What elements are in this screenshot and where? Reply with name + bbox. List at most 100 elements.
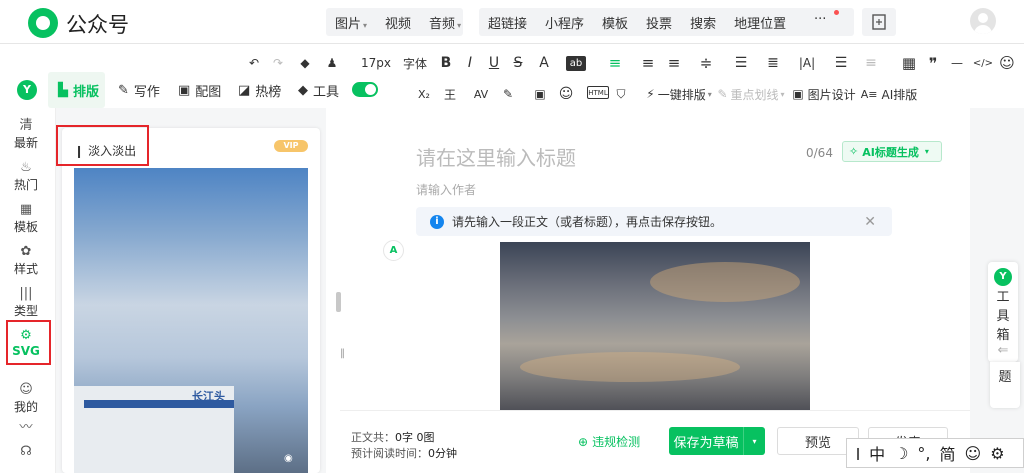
tab-write[interactable]: ✎ 写作 (118, 80, 160, 100)
undo-icon[interactable]: ↶ (246, 53, 262, 73)
violation-check-button[interactable]: ⊕ 违规检测 (578, 433, 640, 450)
menu-more[interactable]: ··· (814, 12, 826, 27)
emoji-icon[interactable]: ☺ (998, 53, 1016, 73)
menu-template[interactable]: 模板 (593, 13, 637, 32)
quote-icon[interactable]: ❞ (924, 53, 942, 73)
tab-image[interactable]: ▣ 配图 (178, 80, 221, 100)
resize-handle[interactable]: ‖ (340, 348, 345, 359)
heading-style-icon[interactable]: 王 (440, 84, 460, 104)
image-insert-icon[interactable]: ▣ (530, 84, 550, 104)
menu-hyperlink[interactable]: 超链接 (479, 13, 536, 32)
app-name: 公众号 (66, 13, 129, 37)
sticker-icon[interactable]: ☺ (556, 84, 576, 104)
indent-icon[interactable]: ≡ (640, 53, 656, 73)
toolbox-label-2: 具 (996, 309, 1010, 324)
notice-text: 请先输入一段正文（或者标题），再点击保存按钮。 (452, 215, 723, 229)
word-count: 正文共：0字 0图 (351, 431, 435, 444)
letter-spacing-icon[interactable]: ≣ (764, 53, 782, 73)
kerning-icon[interactable]: AV (470, 84, 492, 104)
code-icon[interactable]: </> (972, 53, 994, 73)
avatar[interactable] (970, 8, 996, 34)
insert-menu: 超链接 小程序 模板 投票 搜索 地理位置 (479, 8, 854, 36)
underline-button[interactable]: U (486, 53, 502, 73)
menu-image[interactable]: 图片 ▾ (326, 13, 376, 32)
template-preview-image: 长江头 ◉ (74, 168, 308, 473)
strikethrough-button[interactable]: S (510, 53, 526, 73)
briefcase-icon[interactable]: ⛉ (613, 84, 629, 104)
menu-vote[interactable]: 投票 (637, 13, 681, 32)
plugin-float-icon[interactable]: A (383, 240, 404, 261)
collapse-arrow-icon: ⇐ (997, 343, 1009, 358)
format-painter-icon[interactable]: ♟ (322, 53, 342, 73)
html-icon[interactable]: HTML (587, 86, 609, 99)
template-card[interactable]: ❙ 淡入淡出 长江头 ◉ (62, 128, 320, 473)
highlight-button[interactable]: ✎ 重点划线 ▾ (717, 84, 784, 104)
nav-latest[interactable]: 清最新 (0, 118, 52, 151)
menu-video[interactable]: 视频 (376, 13, 420, 32)
magic-wand-icon[interactable]: ✎ (498, 84, 518, 104)
editor-image[interactable] (500, 242, 810, 412)
outdent-icon[interactable]: ≡ (666, 53, 682, 73)
table-icon[interactable]: ▦ (900, 53, 918, 73)
tab-tools[interactable]: ◆ 工具 (298, 80, 339, 100)
font-family-select[interactable]: 字体 (400, 53, 430, 73)
subscript-button[interactable]: X₂ (416, 84, 432, 104)
nav-type[interactable]: ||| 类型 (0, 286, 52, 319)
title-input[interactable]: 请在这里输入标题 (416, 142, 576, 171)
style-icon: ✿ (20, 244, 32, 259)
menu-location[interactable]: 地理位置 (725, 13, 795, 32)
vip-badge: VIP (274, 140, 308, 152)
nav-hot[interactable]: ♨ 热门 (0, 160, 52, 193)
toolbox-panel[interactable]: Y 工 具 箱 ⇐ (988, 262, 1018, 362)
ai-layout-button[interactable]: A≡ AI排版 (861, 84, 918, 104)
redo-icon[interactable]: ↷ (270, 53, 286, 73)
divider-style-icon[interactable]: ≡ (862, 53, 880, 73)
ime-toolbar[interactable]: ❙ 中 ☽ °, 简 ☺ ⚙ (846, 438, 1024, 468)
menu-search[interactable]: 搜索 (681, 13, 725, 32)
menu-miniprogram[interactable]: 小程序 (536, 13, 593, 32)
layout-icon: ▙ (58, 82, 68, 98)
plugin-logo-icon: Y (17, 80, 37, 100)
ai-title-button[interactable]: ✧ AI标题生成 ▾ (842, 141, 942, 162)
line-height-icon[interactable]: ☰ (732, 53, 750, 73)
nav-template[interactable]: ▦ 模板 (0, 202, 52, 235)
text-width-icon[interactable]: |A| (795, 53, 819, 73)
align-left-icon[interactable]: ≡ (606, 53, 624, 73)
ime-chinese: 中 (869, 445, 886, 464)
headset-icon: ☊ (20, 444, 32, 459)
read-time: 预计阅读时间：0分钟 (351, 447, 457, 460)
one-click-layout-button[interactable]: ⚡ 一键排版 ▾ (646, 84, 712, 104)
close-icon[interactable]: ✕ (864, 214, 876, 230)
italic-button[interactable]: I (462, 53, 478, 73)
nav-wave[interactable]: 〰 (0, 420, 52, 436)
document-icon (872, 14, 886, 30)
eraser-icon[interactable]: ◆ (297, 53, 313, 73)
nav-style[interactable]: ✿ 样式 (0, 244, 52, 277)
picture-icon: ▣ (792, 87, 804, 101)
toolbox-extra[interactable]: 题 (990, 362, 1020, 408)
nav-mine[interactable]: ☺ 我的 (0, 382, 52, 415)
bold-button[interactable]: B (438, 53, 454, 73)
flame-icon: ♨ (20, 160, 32, 175)
background-color-button[interactable]: ab (566, 56, 586, 71)
ime-emoji-icon: ☺ (964, 443, 982, 463)
image-design-button[interactable]: ▣ 图片设计 (792, 84, 855, 104)
horizontal-line-icon[interactable]: — (950, 53, 964, 73)
panel-scrollbar[interactable] (336, 292, 341, 312)
draft-icon-button[interactable] (862, 8, 896, 36)
tab-hot[interactable]: ◪ 热榜 (238, 80, 281, 100)
author-input[interactable]: 请输入作者 (416, 181, 476, 198)
sign-text: 长江头 (192, 390, 225, 403)
list-icon[interactable]: ☰ (832, 53, 850, 73)
nav-support[interactable]: ☊ (0, 444, 52, 460)
font-color-button[interactable]: A (534, 53, 554, 73)
menu-audio[interactable]: 音频 ▾ (420, 13, 470, 32)
paragraph-spacing-icon[interactable]: ≑ (696, 53, 716, 73)
eye-icon: ◉ (284, 453, 293, 464)
tab-layout[interactable]: ▙ 排版 (58, 80, 99, 100)
save-draft-button[interactable]: 保存为草稿 ▾ (669, 427, 765, 455)
font-size-select[interactable]: 17px (358, 53, 394, 73)
panel-toggle[interactable] (352, 82, 378, 97)
ime-simplified: 简 (939, 445, 956, 464)
wand-icon: ✧ (849, 145, 859, 158)
